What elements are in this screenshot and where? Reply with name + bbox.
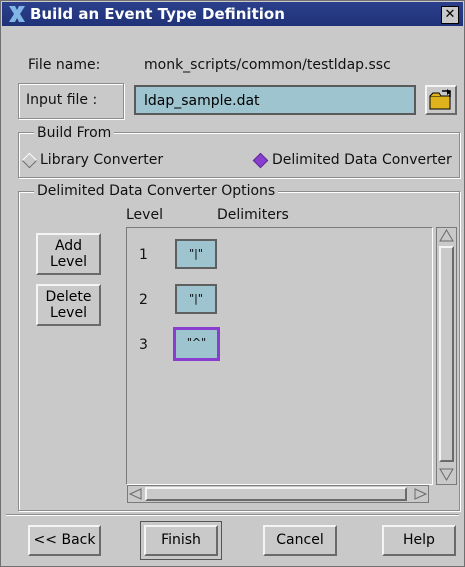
input-file-field[interactable]: ldap_sample.dat [134,85,416,115]
radio-library-converter-label: Library Converter [40,152,164,168]
add-level-label-line2: Level [50,254,87,270]
delimiter-field[interactable]: "|" [175,239,217,269]
build-from-legend: Build From [34,125,115,141]
add-level-button[interactable]: Add Level [36,233,101,275]
level-number: 3 [139,337,148,353]
level-column-header: Level [126,207,163,223]
app-logo-icon [9,6,25,22]
level-number: 2 [139,292,148,308]
open-folder-icon [429,89,451,110]
cancel-button[interactable]: Cancel [263,525,337,556]
radio-delimited-data-converter-label: Delimited Data Converter [272,152,452,168]
scroll-up-arrow-icon[interactable] [437,228,456,244]
scroll-right-arrow-icon[interactable] [412,486,428,502]
delete-level-label-line1: Delete [45,289,92,305]
browse-file-button[interactable] [425,85,457,115]
horizontal-scrollbar[interactable] [127,485,429,503]
scroll-down-arrow-icon[interactable] [437,466,456,482]
delimiter-field-selected[interactable]: "^" [173,327,220,361]
vertical-scroll-thumb[interactable] [439,246,454,462]
file-name-value: monk_scripts/common/testldap.ssc [144,57,391,73]
options-legend: Delimited Data Converter Options [34,183,279,199]
window-title: Build an Event Type Definition [30,5,285,23]
help-button[interactable]: Help [382,525,456,556]
add-level-label-line1: Add [54,238,83,254]
delimiters-column-header: Delimiters [217,207,289,223]
vertical-scrollbar[interactable] [436,227,457,485]
delete-level-label-line2: Level [50,305,87,321]
delimiter-field[interactable]: "|" [175,284,217,314]
close-icon[interactable]: ✕ [441,6,459,24]
input-file-label: Input file : [26,92,98,108]
dialog-window: Build an Event Type Definition ✕ File na… [0,0,465,567]
bottom-separator [6,514,459,516]
horizontal-scroll-thumb[interactable] [145,487,407,501]
level-number: 1 [139,247,148,263]
title-bar[interactable]: Build an Event Type Definition ✕ [2,2,463,26]
scroll-left-arrow-icon[interactable] [128,486,144,502]
file-name-label: File name: [28,57,101,73]
finish-button[interactable]: Finish [144,525,218,556]
back-button[interactable]: << Back [28,525,101,556]
delete-level-button[interactable]: Delete Level [36,284,101,326]
